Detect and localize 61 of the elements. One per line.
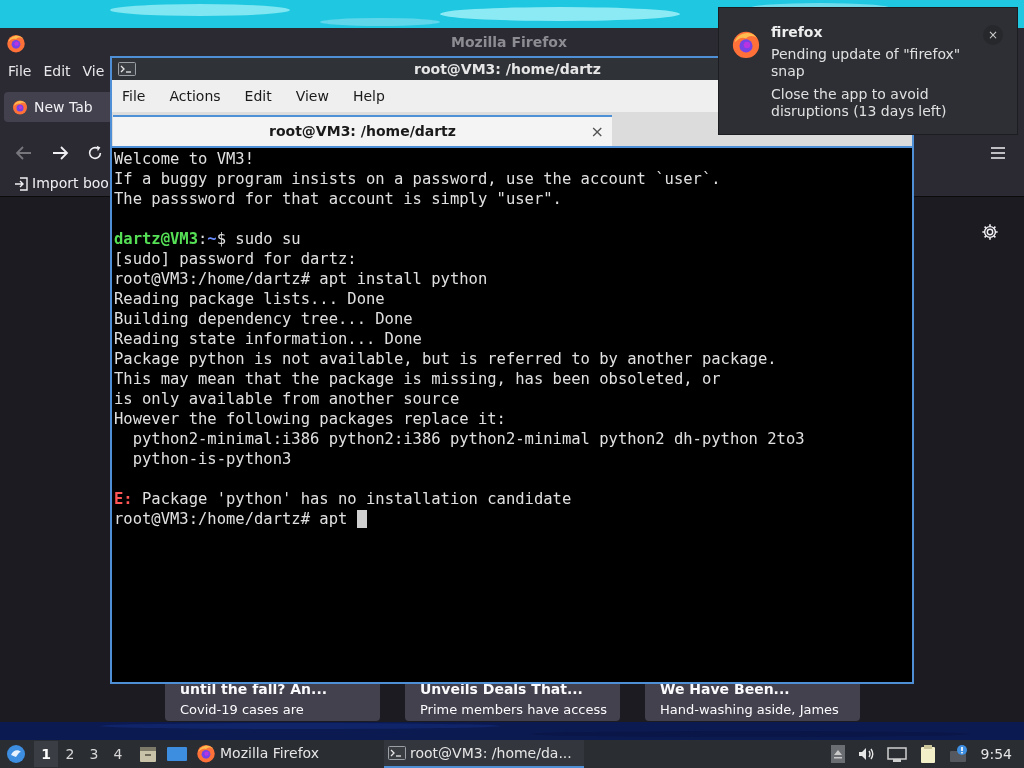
menu-item[interactable]: File [8, 60, 32, 82]
terminal-line: python-is-python3 [131, 449, 292, 469]
start-menu-icon[interactable] [6, 744, 26, 764]
workspace-button[interactable]: 3 [82, 741, 106, 767]
story-snippet: Covid-19 cases are [180, 700, 305, 719]
terminal-line: This may mean that the package is missing, has been obsoleted, or [114, 369, 721, 389]
story-snippet: Prime members have access [420, 700, 605, 719]
settings-icon[interactable] [981, 223, 999, 241]
taskbar-item[interactable]: Mozilla Firefox [192, 740, 382, 768]
workspace-button[interactable]: 4 [106, 741, 130, 767]
workspace-button[interactable]: 1 [34, 741, 58, 767]
terminal-icon [118, 62, 136, 76]
workspace-button[interactable]: 2 [58, 741, 82, 767]
terminal-line: is only available from another source [114, 389, 460, 409]
terminal-line: Reading package lists... Done [114, 289, 385, 309]
terminal-line: dartz@VM3:~$ sudo su [114, 229, 301, 249]
import-icon [14, 176, 28, 191]
terminal-line: Welcome to VM3! [114, 149, 254, 169]
eject-icon[interactable] [830, 745, 845, 763]
terminal-line: root@VM3:/home/dartz# apt [114, 509, 349, 529]
terminal-icon [388, 746, 406, 760]
file-manager-icon[interactable] [138, 744, 158, 764]
menu-item[interactable]: Actions [169, 85, 221, 107]
notification-message: Pending update of "firefox" snap [771, 46, 962, 80]
network-icon[interactable] [886, 745, 907, 763]
story-card[interactable]: Unveils Deals That... Prime members have access [405, 684, 620, 721]
menu-item[interactable]: View [295, 85, 329, 107]
desktop-icon[interactable] [166, 745, 188, 763]
terminal-line: root@VM3:/home/dartz# apt install python [114, 269, 488, 289]
notification-title: firefox [771, 23, 824, 42]
menu-item[interactable]: File [122, 85, 146, 107]
terminal-line: python2-minimal:i386 python2:i386 python2-minimal python2 dh-python 2to3 [131, 429, 805, 449]
menu-item[interactable]: Vie [82, 60, 105, 82]
terminal-line: Building dependency tree... Done [114, 309, 413, 329]
notification-detail: Close the app to avoid disruptions (13 days left) [771, 86, 948, 120]
menu-item[interactable]: Help [352, 85, 385, 107]
taskbar-item[interactable]: root@VM3: /home/da... [384, 740, 584, 768]
terminal-line: [sudo] password for dartz: [114, 249, 357, 269]
menu-item[interactable]: Edit [244, 85, 272, 107]
notification-icon[interactable] [948, 744, 969, 764]
terminal-line: E: Package 'python' has no installation candidate [114, 489, 572, 509]
browser-tab[interactable]: New Tab [4, 92, 110, 122]
close-tab-button[interactable]: × [590, 123, 604, 140]
terminal-line: Package python is not available, but is referred to by another package. [114, 349, 777, 369]
story-snippet: Hand-washing aside, James [660, 700, 840, 719]
terminal-line: However the following packages replace it: [114, 409, 506, 429]
menu-icon[interactable] [990, 146, 1006, 160]
terminal-tab[interactable]: root@VM3: /home/dartz × [113, 115, 612, 146]
window-title: root@VM3: /home/dartz [414, 59, 601, 79]
story-card[interactable]: until the fall? An... Covid-19 cases are [165, 684, 380, 721]
story-card[interactable]: We Have Been... Hand-washing aside, James [645, 684, 860, 721]
terminal-line: The passsword for that account is simply "user". [114, 189, 562, 209]
bookmark-item[interactable]: Import boo [14, 173, 109, 194]
terminal-line: Reading state information... Done [114, 329, 422, 349]
menu-item[interactable]: Edit [43, 60, 71, 82]
close-button[interactable]: × [983, 25, 1003, 45]
clipboard-icon[interactable] [918, 744, 937, 764]
reload-icon[interactable] [86, 144, 104, 162]
window-title: Mozilla Firefox [451, 33, 567, 52]
clock: 9:54 [980, 744, 1012, 764]
terminal-line: If a buggy program insists on a password, use the account `user`. [114, 169, 721, 189]
